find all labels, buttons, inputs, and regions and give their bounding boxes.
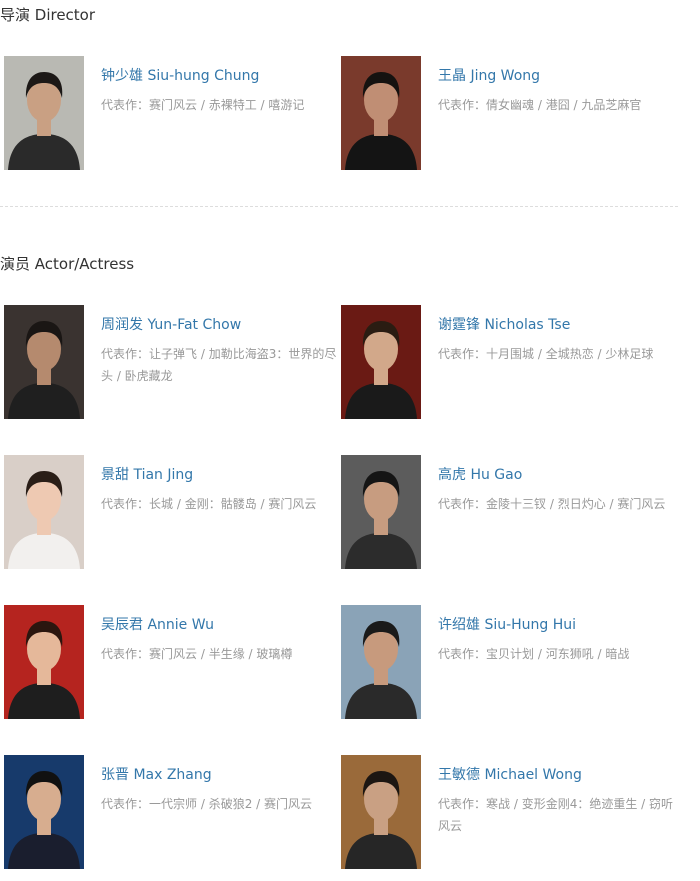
portrait-image bbox=[341, 605, 421, 719]
person-card: 张晋 Max Zhang 代表作：一代宗师 / 杀破狼2 / 赛门风云 bbox=[0, 755, 340, 871]
works-list: 倩女幽魂 / 港囧 / 九品芝麻官 bbox=[486, 98, 642, 112]
works-list: 赛门风云 / 赤裸特工 / 嘻游记 bbox=[149, 98, 305, 112]
works-list: 长城 / 金刚：骷髅岛 / 赛门风云 bbox=[149, 497, 317, 511]
person-name-link[interactable]: 高虎 Hu Gao bbox=[438, 464, 522, 484]
person-name-link[interactable]: 王晶 Jing Wong bbox=[438, 65, 540, 85]
representative-works: 代表作：一代宗师 / 杀破狼2 / 赛门风云 bbox=[101, 793, 337, 815]
person-photo[interactable] bbox=[341, 305, 421, 419]
works-list: 一代宗师 / 杀破狼2 / 赛门风云 bbox=[149, 797, 312, 811]
works-label: 代表作： bbox=[101, 647, 150, 661]
works-label: 代表作： bbox=[101, 98, 150, 112]
person-card: 吴辰君 Annie Wu 代表作：赛门风云 / 半生缘 / 玻璃樽 bbox=[0, 605, 340, 721]
person-card: 许绍雄 Siu-Hung Hui 代表作：宝贝计划 / 河东狮吼 / 暗战 bbox=[337, 605, 677, 721]
portrait-image bbox=[341, 755, 421, 869]
person-photo[interactable] bbox=[341, 755, 421, 869]
works-list: 金陵十三钗 / 烈日灼心 / 赛门风云 bbox=[486, 497, 666, 511]
person-name-link[interactable]: 张晋 Max Zhang bbox=[101, 764, 212, 784]
person-photo[interactable] bbox=[4, 455, 84, 569]
works-label: 代表作： bbox=[438, 98, 487, 112]
person-card: 王敏德 Michael Wong 代表作：寒战 / 变形金刚4：绝迹重生 / 窃听… bbox=[337, 755, 677, 871]
works-label: 代表作： bbox=[438, 797, 487, 811]
person-card: 景甜 Tian Jing 代表作：长城 / 金刚：骷髅岛 / 赛门风云 bbox=[0, 455, 340, 571]
representative-works: 代表作：寒战 / 变形金刚4：绝迹重生 / 窃听风云 bbox=[438, 793, 674, 837]
works-label: 代表作： bbox=[101, 497, 150, 511]
person-photo[interactable] bbox=[341, 605, 421, 719]
portrait-image bbox=[4, 305, 84, 419]
representative-works: 代表作：宝贝计划 / 河东狮吼 / 暗战 bbox=[438, 643, 674, 665]
person-photo[interactable] bbox=[4, 56, 84, 170]
person-card: 高虎 Hu Gao 代表作：金陵十三钗 / 烈日灼心 / 赛门风云 bbox=[337, 455, 677, 571]
person-photo[interactable] bbox=[341, 56, 421, 170]
director-section-title: 导演 Director bbox=[0, 6, 96, 24]
representative-works: 代表作：让子弹飞 / 加勒比海盗3：世界的尽头 / 卧虎藏龙 bbox=[101, 343, 337, 387]
portrait-image bbox=[4, 755, 84, 869]
person-card: 谢霆锋 Nicholas Tse 代表作：十月围城 / 全城热恋 / 少林足球 bbox=[337, 305, 677, 421]
works-label: 代表作： bbox=[438, 497, 487, 511]
person-photo[interactable] bbox=[341, 455, 421, 569]
portrait-image bbox=[4, 605, 84, 719]
portrait-image bbox=[341, 305, 421, 419]
person-photo[interactable] bbox=[4, 605, 84, 719]
representative-works: 代表作：长城 / 金刚：骷髅岛 / 赛门风云 bbox=[101, 493, 337, 515]
works-label: 代表作： bbox=[101, 797, 150, 811]
works-label: 代表作： bbox=[438, 347, 487, 361]
person-card: 周润发 Yun-Fat Chow 代表作：让子弹飞 / 加勒比海盗3：世界的尽头 … bbox=[0, 305, 340, 421]
portrait-image bbox=[341, 455, 421, 569]
representative-works: 代表作：赛门风云 / 半生缘 / 玻璃樽 bbox=[101, 643, 337, 665]
representative-works: 代表作：十月围城 / 全城热恋 / 少林足球 bbox=[438, 343, 674, 365]
person-card: 王晶 Jing Wong 代表作：倩女幽魂 / 港囧 / 九品芝麻官 bbox=[337, 56, 677, 172]
person-name-link[interactable]: 王敏德 Michael Wong bbox=[438, 764, 582, 784]
person-name-link[interactable]: 谢霆锋 Nicholas Tse bbox=[438, 314, 570, 334]
representative-works: 代表作：赛门风云 / 赤裸特工 / 嘻游记 bbox=[101, 94, 337, 116]
works-list: 十月围城 / 全城热恋 / 少林足球 bbox=[486, 347, 654, 361]
person-name-link[interactable]: 景甜 Tian Jing bbox=[101, 464, 193, 484]
portrait-image bbox=[4, 455, 84, 569]
portrait-image bbox=[4, 56, 84, 170]
person-name-link[interactable]: 许绍雄 Siu-Hung Hui bbox=[438, 614, 576, 634]
person-name-link[interactable]: 吴辰君 Annie Wu bbox=[101, 614, 214, 634]
representative-works: 代表作：金陵十三钗 / 烈日灼心 / 赛门风云 bbox=[438, 493, 674, 515]
works-label: 代表作： bbox=[101, 347, 150, 361]
portrait-image bbox=[341, 56, 421, 170]
person-name-link[interactable]: 钟少雄 Siu-hung Chung bbox=[101, 65, 259, 85]
works-list: 赛门风云 / 半生缘 / 玻璃樽 bbox=[149, 647, 293, 661]
actor-section-title: 演员 Actor/Actress bbox=[0, 255, 135, 273]
person-name-link[interactable]: 周润发 Yun-Fat Chow bbox=[101, 314, 241, 334]
person-card: 钟少雄 Siu-hung Chung 代表作：赛门风云 / 赤裸特工 / 嘻游记 bbox=[0, 56, 340, 172]
works-list: 宝贝计划 / 河东狮吼 / 暗战 bbox=[486, 647, 630, 661]
person-photo[interactable] bbox=[4, 755, 84, 869]
representative-works: 代表作：倩女幽魂 / 港囧 / 九品芝麻官 bbox=[438, 94, 674, 116]
section-divider bbox=[0, 206, 678, 207]
works-label: 代表作： bbox=[438, 647, 487, 661]
person-photo[interactable] bbox=[4, 305, 84, 419]
